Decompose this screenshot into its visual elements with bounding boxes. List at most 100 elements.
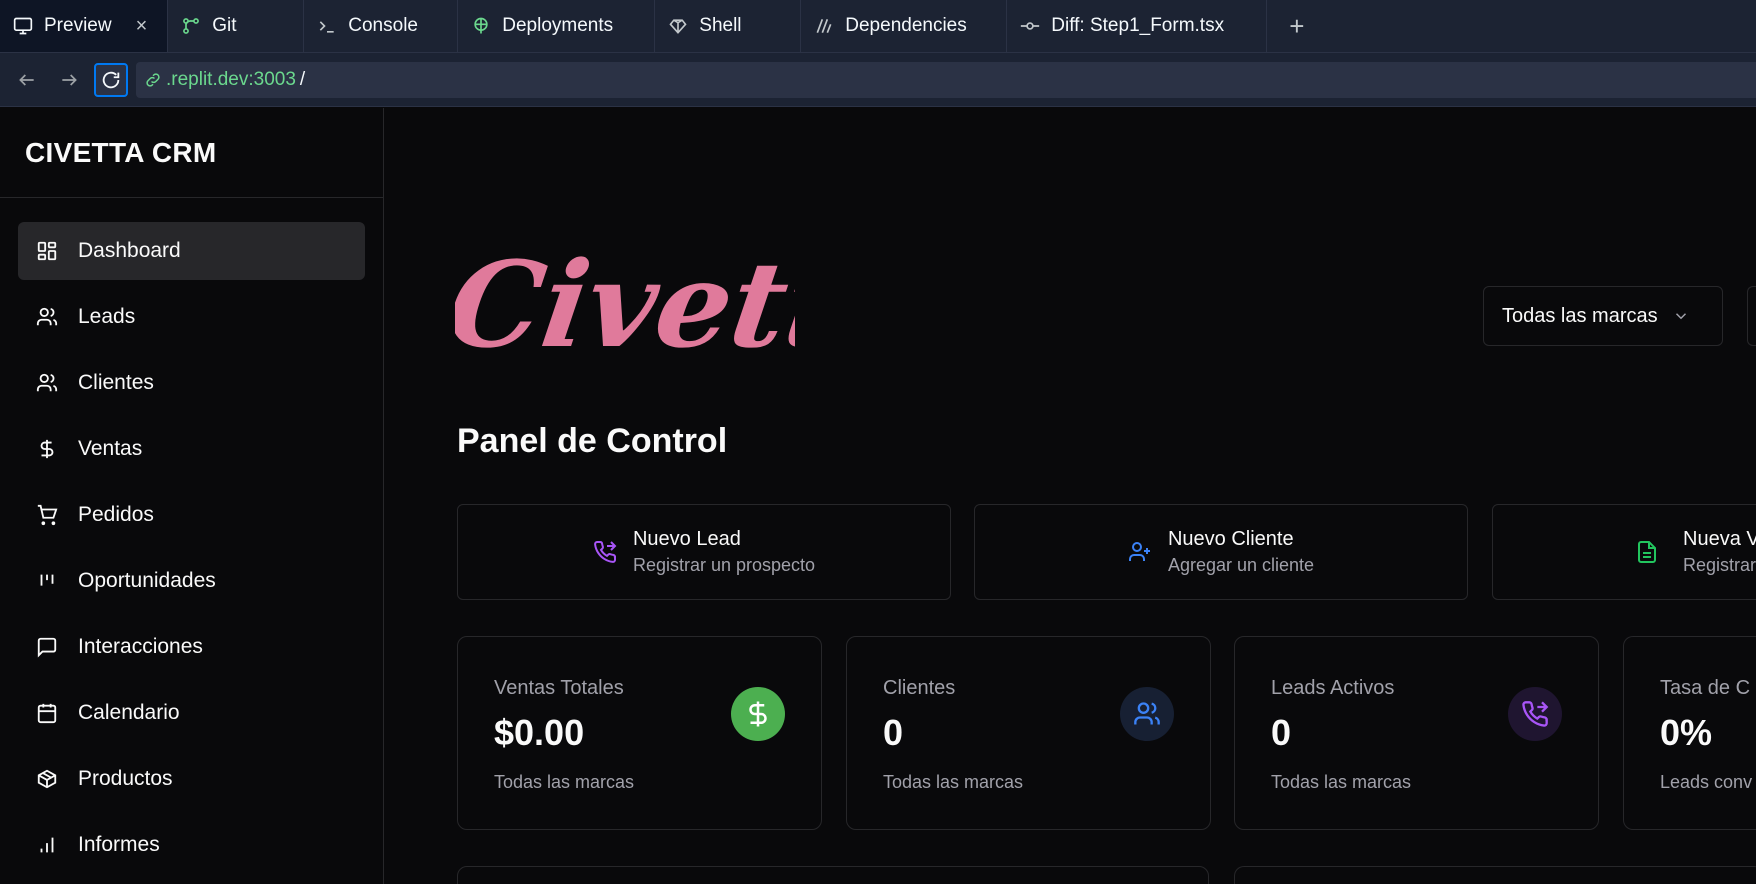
stat-subtitle: Todas las marcas bbox=[494, 772, 635, 792]
users-icon bbox=[1120, 687, 1174, 741]
shell-icon bbox=[667, 15, 689, 37]
tab-label: Preview bbox=[44, 15, 112, 36]
tab-label: Git bbox=[212, 15, 237, 36]
tab-git[interactable]: Git bbox=[168, 0, 305, 52]
quick-action-nuevo-lead[interactable]: Nuevo Lead Registrar un prospecto bbox=[457, 504, 951, 600]
brand-filter-value: Todas las marcas bbox=[1502, 304, 1658, 327]
sidebar-item-interacciones[interactable]: Interacciones bbox=[18, 618, 365, 676]
sidebar-item-oportunidades[interactable]: Oportunidades bbox=[18, 552, 365, 610]
phone-forward-icon bbox=[1508, 687, 1562, 741]
url-host: .replit.dev:3003 bbox=[166, 68, 296, 90]
dashboard-icon bbox=[37, 241, 57, 261]
sidebar-item-label: Ventas bbox=[78, 437, 143, 460]
stat-subtitle: Todas las marcas bbox=[1271, 772, 1412, 792]
chevron-down-icon bbox=[1675, 313, 1686, 320]
sidebar-item-ventas[interactable]: Ventas bbox=[18, 420, 365, 478]
quick-action-title: Nuevo Lead bbox=[632, 528, 741, 550]
link-icon bbox=[146, 72, 160, 87]
preview-url-bar: .replit.dev:3003/ bbox=[0, 53, 1756, 107]
sidebar-item-label: Leads bbox=[78, 305, 136, 328]
page-title: Panel de Control bbox=[457, 422, 728, 460]
tab-deployments[interactable]: Deployments bbox=[458, 0, 656, 52]
message-icon bbox=[37, 637, 57, 658]
tab-label: Dependencies bbox=[845, 15, 967, 36]
sidebar-item-leads[interactable]: Leads bbox=[18, 288, 365, 346]
sidebar-item-label: Productos bbox=[78, 767, 173, 790]
sidebar-item-informes[interactable]: Informes bbox=[18, 816, 365, 874]
forward-button[interactable] bbox=[52, 63, 86, 97]
monitor-icon bbox=[12, 15, 34, 37]
reload-icon bbox=[102, 71, 120, 88]
arrow-right-icon bbox=[62, 73, 77, 86]
sidebar-item-dashboard[interactable]: Dashboard bbox=[18, 222, 365, 280]
package-icon bbox=[37, 769, 57, 789]
sidebar: CIVETTA CRM Dashboard Leads Clientes Ven… bbox=[0, 108, 384, 884]
sidebar-item-label: Clientes bbox=[78, 371, 154, 394]
stat-card-tasa-conversion: Tasa de C 0% Leads conv bbox=[1623, 636, 1756, 830]
tab-label: Diff: Step1_Form.tsx bbox=[1051, 15, 1225, 36]
sidebar-item-productos[interactable]: Productos bbox=[18, 750, 365, 808]
quick-action-nueva-venta[interactable]: Nueva V Registrar bbox=[1492, 504, 1756, 600]
brand-filter-select[interactable]: Todas las marcas bbox=[1483, 286, 1723, 346]
stat-subtitle: Todas las marcas bbox=[883, 772, 1024, 792]
close-icon[interactable]: × bbox=[136, 15, 148, 38]
stat-card-clientes: Clientes 0 Todas las marcas bbox=[846, 636, 1211, 830]
quick-action-title: Nuevo Cliente bbox=[1167, 528, 1294, 550]
sidebar-item-label: Informes bbox=[78, 833, 160, 856]
user-plus-icon bbox=[1128, 542, 1150, 561]
tab-diff[interactable]: Diff: Step1_Form.tsx bbox=[1007, 0, 1268, 52]
tab-label: Shell bbox=[699, 15, 742, 36]
tab-console[interactable]: Console bbox=[304, 0, 459, 52]
add-tab-button[interactable]: + bbox=[1267, 0, 1326, 52]
file-text-icon bbox=[1638, 541, 1656, 563]
sidebar-item-label: Pedidos bbox=[78, 503, 154, 526]
cart-icon bbox=[37, 504, 58, 526]
quick-action-subtitle: Agregar un cliente bbox=[1167, 555, 1315, 575]
secondary-filter-select[interactable] bbox=[1747, 286, 1756, 346]
users-icon bbox=[36, 307, 58, 326]
sidebar-item-calendario[interactable]: Calendario bbox=[18, 684, 365, 742]
civetta-logo: Civetta bbox=[455, 236, 795, 374]
quick-action-nuevo-cliente[interactable]: Nuevo Cliente Agregar un cliente bbox=[974, 504, 1468, 600]
stat-subtitle: Leads conv bbox=[1660, 772, 1753, 792]
phone-forward-icon bbox=[594, 540, 617, 563]
quick-action-title: Nueva V bbox=[1683, 528, 1756, 550]
sidebar-item-label: Dashboard bbox=[78, 239, 181, 262]
tab-dependencies[interactable]: Dependencies bbox=[801, 0, 1008, 52]
url-input[interactable]: .replit.dev:3003/ bbox=[136, 61, 1756, 98]
git-icon bbox=[180, 15, 202, 37]
users-icon bbox=[36, 373, 58, 392]
stat-value: 0% bbox=[1660, 712, 1713, 753]
ide-tab-bar: Preview × Git Console Deployments Shell … bbox=[0, 0, 1756, 53]
sidebar-item-clientes[interactable]: Clientes bbox=[18, 354, 365, 412]
deployments-icon bbox=[470, 15, 492, 37]
tab-label: Console bbox=[348, 15, 418, 36]
quick-action-subtitle: Registrar bbox=[1683, 555, 1756, 575]
dependencies-icon bbox=[813, 15, 835, 37]
quick-action-subtitle: Registrar un prospecto bbox=[632, 555, 816, 575]
url-path: / bbox=[299, 68, 306, 90]
sidebar-item-label: Oportunidades bbox=[78, 569, 216, 592]
terminal-icon bbox=[316, 15, 338, 37]
app-brand: CIVETTA CRM bbox=[0, 108, 383, 198]
stat-title: Tasa de C bbox=[1660, 677, 1751, 699]
chart-card bbox=[1234, 866, 1756, 884]
sidebar-item-label: Interacciones bbox=[78, 635, 203, 658]
main-content: Civetta Todas las marcas Panel de Contro… bbox=[385, 108, 1756, 884]
bar-chart-icon bbox=[40, 837, 54, 853]
calendar-icon bbox=[37, 703, 57, 724]
sidebar-item-pedidos[interactable]: Pedidos bbox=[18, 486, 365, 544]
arrow-left-icon bbox=[19, 73, 34, 86]
back-button[interactable] bbox=[10, 63, 44, 97]
sidebar-nav: Dashboard Leads Clientes Ventas Pedidos … bbox=[0, 198, 383, 874]
stat-card-ventas-totales: Ventas Totales $0.00 Todas las marcas bbox=[457, 636, 822, 830]
dollar-icon bbox=[40, 439, 54, 459]
commit-icon bbox=[1019, 15, 1041, 37]
chart-card bbox=[457, 866, 1209, 884]
stat-card-leads-activos: Leads Activos 0 Todas las marcas bbox=[1234, 636, 1599, 830]
tab-preview[interactable]: Preview × bbox=[0, 0, 169, 52]
tab-label: Deployments bbox=[502, 15, 614, 36]
tab-shell[interactable]: Shell bbox=[655, 0, 802, 52]
logo-text: Civetta bbox=[455, 236, 795, 374]
reload-button[interactable] bbox=[94, 62, 128, 97]
